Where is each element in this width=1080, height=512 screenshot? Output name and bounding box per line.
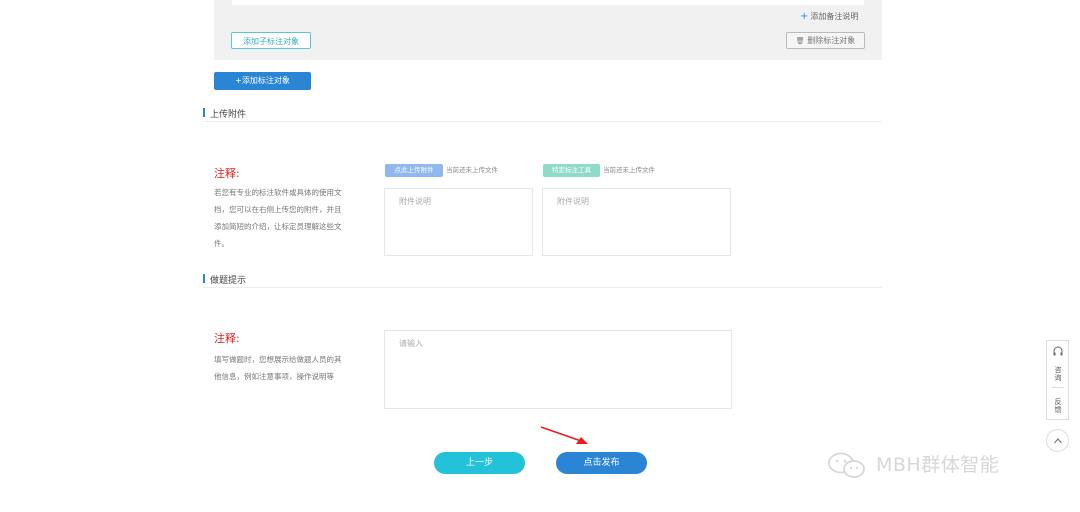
divider (203, 287, 882, 288)
consult-link[interactable]: 咨询 (1054, 366, 1062, 382)
section-marker (203, 274, 205, 283)
watermark-text: MBH群体智能 (876, 454, 1000, 476)
specific-tool-status: 当前还未上传文件 (603, 166, 655, 174)
add-sub-target-button[interactable]: 添加子标注对象 (231, 32, 311, 49)
divider (1052, 387, 1064, 388)
hint-textarea[interactable]: 请输入 (384, 330, 732, 409)
hint-note-label: 注释: (214, 332, 240, 345)
hint-placeholder: 请输入 (399, 339, 423, 348)
upload-attachment-button[interactable]: 点此上传附件 (385, 164, 443, 177)
plus-icon: + (800, 11, 809, 22)
upload-section-title: 上传附件 (210, 110, 247, 120)
tool-description-placeholder: 附件说明 (557, 197, 589, 206)
publish-button[interactable]: 点击发布 (556, 452, 647, 474)
headset-icon (1053, 346, 1063, 356)
chevron-up-icon (1054, 438, 1062, 444)
wechat-logo-icon (828, 452, 865, 478)
prev-step-button[interactable]: 上一步 (434, 452, 525, 474)
sub-target-panel (214, 0, 882, 60)
upload-note-label: 注释: (214, 167, 240, 180)
specific-tool-button[interactable]: 特定标注工具 (543, 164, 600, 177)
pointer-arrow-icon (540, 426, 588, 444)
delete-target-button[interactable]: 🗑 删除标注对象 (786, 32, 865, 49)
divider (203, 121, 882, 122)
add-target-button[interactable]: +添加标注对象 (214, 72, 311, 90)
sub-target-content (232, 0, 864, 5)
attachment-description-placeholder: 附件说明 (399, 197, 431, 206)
add-remark-link[interactable]: + 添加备注说明 (800, 11, 858, 22)
section-marker (203, 108, 205, 117)
upload-note-text: 若您有专业的标注软件或具体的使用文档，您可以在右侧上传您的附件，并且添加简短的介… (214, 188, 342, 248)
back-to-top-button[interactable] (1046, 429, 1069, 452)
plus-icon: + (235, 76, 242, 85)
upload-attachment-status: 当前还未上传文件 (446, 166, 498, 174)
hint-section-title: 做题提示 (210, 276, 247, 286)
attachment-description-input[interactable]: 附件说明 (384, 188, 533, 256)
tool-description-input[interactable]: 附件说明 (542, 188, 731, 256)
feedback-link[interactable]: 反馈 (1054, 398, 1062, 414)
side-service-panel: 咨询 反馈 (1046, 340, 1069, 420)
hint-note-text: 填写做题时，您想展示给做题人员的其他信息，例如注意事项，操作说明等 (214, 355, 342, 381)
trash-icon: 🗑 (795, 37, 805, 45)
